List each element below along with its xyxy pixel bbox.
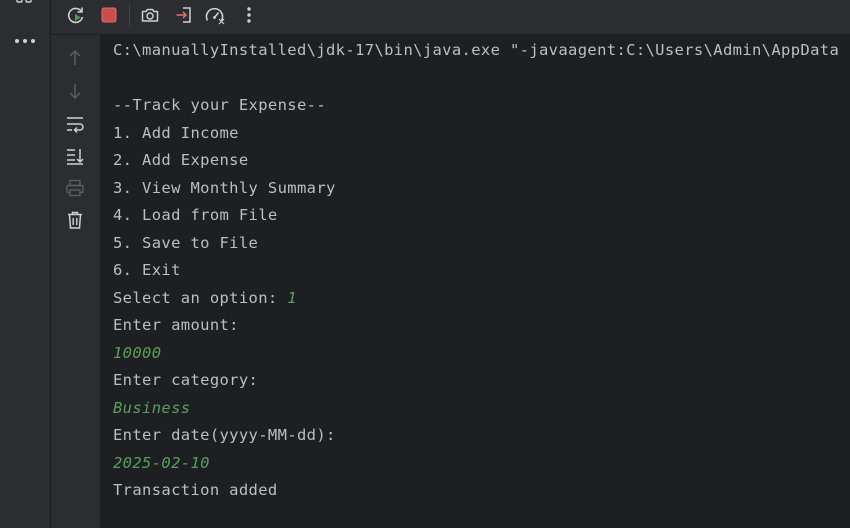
category-input: Business xyxy=(113,399,191,417)
console-output[interactable]: C:\manuallyInstalled\jdk-17\bin\java.exe… xyxy=(100,35,850,528)
rerun-icon xyxy=(67,7,84,24)
console-gutter xyxy=(51,35,100,528)
left-tool-strip xyxy=(0,0,51,528)
print-button[interactable] xyxy=(63,176,87,200)
scroll-up-button[interactable] xyxy=(63,46,87,70)
scroll-down-button[interactable] xyxy=(63,79,87,103)
menu-item: 2. Add Expense xyxy=(113,151,249,169)
menu-item: 4. Load from File xyxy=(113,206,278,224)
scroll-to-end-button[interactable] xyxy=(63,144,87,168)
menu-item: 6. Exit xyxy=(113,261,181,279)
menu-item: 5. Save to File xyxy=(113,234,259,252)
stop-button[interactable] xyxy=(97,3,121,27)
arrow-down-icon xyxy=(69,84,81,100)
menu-item: 1. Add Income xyxy=(113,124,239,142)
menu-item: 3. View Monthly Summary xyxy=(113,179,336,197)
soft-wrap-icon xyxy=(67,117,84,133)
kebab-menu-icon xyxy=(247,7,251,23)
screenshot-button[interactable] xyxy=(138,3,162,27)
command-line: C:\manuallyInstalled\jdk-17\bin\java.exe… xyxy=(113,41,840,59)
exit-button[interactable] xyxy=(172,3,196,27)
date-input: 2025-02-10 xyxy=(113,454,210,472)
printer-icon xyxy=(66,179,84,197)
stop-icon xyxy=(101,7,117,23)
toolbar-separator xyxy=(129,4,130,26)
option-prompt: Select an option: xyxy=(113,289,288,307)
scroll-to-end-icon xyxy=(67,149,84,165)
amount-input: 10000 xyxy=(113,344,162,362)
profiler-button[interactable] xyxy=(203,3,227,27)
soft-wrap-button[interactable] xyxy=(63,112,87,136)
menu-title: --Track your Expense-- xyxy=(113,96,326,114)
trash-icon xyxy=(68,211,82,229)
result-message: Transaction added xyxy=(113,481,278,499)
exit-icon xyxy=(176,7,191,23)
category-prompt: Enter category: xyxy=(113,371,259,389)
more-actions-button[interactable] xyxy=(237,3,261,27)
option-prompt-line: Select an option: 1 xyxy=(113,288,297,308)
more-tool-windows-icon[interactable] xyxy=(13,33,37,49)
tool-window-icon[interactable] xyxy=(14,0,36,6)
gauge-icon xyxy=(205,7,225,25)
camera-icon xyxy=(141,8,159,22)
run-toolbar xyxy=(51,0,850,35)
arrow-up-icon xyxy=(69,49,81,65)
date-prompt: Enter date(yyyy-MM-dd): xyxy=(113,426,336,444)
rerun-button[interactable] xyxy=(64,3,88,27)
clear-console-button[interactable] xyxy=(63,208,87,232)
amount-prompt: Enter amount: xyxy=(113,316,239,334)
option-input: 1 xyxy=(287,289,297,307)
